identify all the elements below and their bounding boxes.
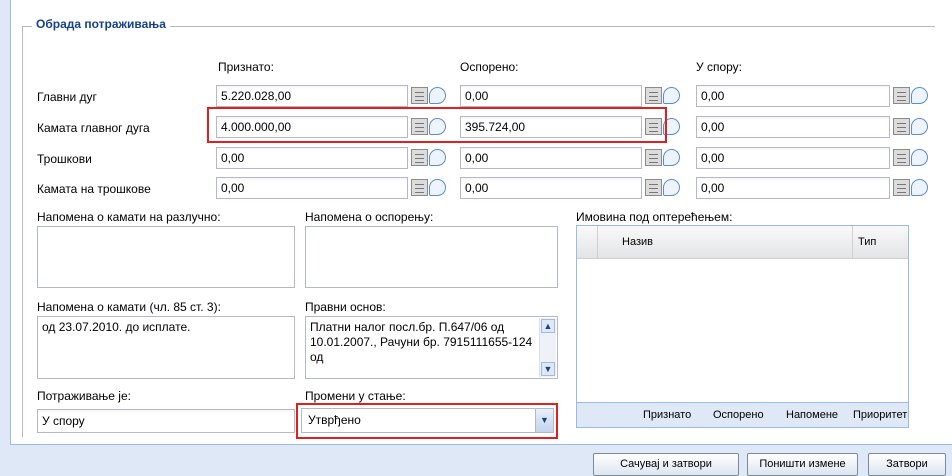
calculator-icon[interactable] [411, 179, 428, 196]
comment-icon[interactable] [911, 149, 928, 166]
pravni-osnov-scrollbar[interactable]: ▲ ▼ [539, 318, 556, 377]
troskovi-u-sporu-field[interactable]: 0,00 [696, 147, 890, 169]
grid-col-naziv[interactable]: Назив [622, 226, 653, 258]
comment-icon[interactable] [429, 179, 446, 196]
calculator-icon[interactable] [893, 87, 910, 104]
note-kamata-razlucno-label: Напомена о камати на разлучно: [37, 210, 221, 224]
highlight-box-kamata [207, 107, 667, 143]
status-label: Потраживање је: [37, 389, 131, 403]
grid-column-separator [852, 226, 853, 258]
comment-icon[interactable] [663, 179, 680, 196]
kamata-na-troskove-u-sporu-field[interactable]: 0,00 [696, 177, 890, 199]
calculator-icon[interactable] [645, 179, 662, 196]
undo-changes-button[interactable]: Поништи измене [747, 453, 858, 476]
calculator-icon[interactable] [411, 87, 428, 104]
comment-icon[interactable] [911, 87, 928, 104]
row-label-kamata-na-troskove: Камата на трошкове [37, 182, 151, 196]
glavni-dug-priznato-field[interactable]: 5.220.028,00 [216, 85, 408, 107]
troskovi-osporeno-field[interactable]: 0,00 [460, 147, 642, 169]
note-kamata-razlucno-textarea[interactable] [37, 226, 295, 288]
calculator-icon[interactable] [893, 118, 910, 135]
row-label-kamata-glavnog-duga: Камата главног дуга [37, 121, 150, 135]
grid-btn-napomene[interactable]: Напомене [786, 403, 838, 427]
row-label-glavni-dug: Главни дуг [37, 90, 97, 104]
kamata-na-troskove-priznato-field[interactable]: 0,00 [216, 177, 408, 199]
comment-icon[interactable] [911, 118, 928, 135]
comment-icon[interactable] [429, 87, 446, 104]
calculator-icon[interactable] [893, 179, 910, 196]
grid-btn-prioritet[interactable]: Приоритет [853, 403, 907, 427]
comment-icon[interactable] [663, 149, 680, 166]
imovina-label: Имовина под оптерећењем: [576, 210, 733, 224]
grid-col-tip[interactable]: Тип [858, 226, 876, 258]
grid-column-separator [597, 226, 598, 258]
grid-btn-priznato[interactable]: Признато [643, 403, 691, 427]
close-button[interactable]: Затвори [868, 453, 946, 476]
pravni-osnov-text: Платни налог посл.бр. П.647/06 од 10.01.… [310, 320, 533, 364]
troskovi-priznato-field[interactable]: 0,00 [216, 147, 408, 169]
kamata-glavnog-duga-u-sporu-field[interactable]: 0,00 [696, 116, 890, 138]
comment-icon[interactable] [429, 149, 446, 166]
status-field[interactable]: У спору [37, 409, 295, 433]
glavni-dug-u-sporu-field[interactable]: 0,00 [696, 85, 890, 107]
col-header-osporeno: Оспорено: [460, 60, 519, 74]
note-kamata-cl85-label: Напомена о камати (чл. 85 ст. 3): [37, 300, 221, 314]
section-title: Обрада потраживања [32, 17, 170, 31]
glavni-dug-osporeno-field[interactable]: 0,00 [460, 85, 642, 107]
col-header-u-sporu: У спору: [696, 60, 743, 74]
note-osporenje-label: Напомена о оспорењу: [305, 210, 434, 224]
change-state-label: Промени у стање: [305, 389, 406, 403]
note-osporenje-textarea[interactable] [305, 226, 558, 288]
save-close-button[interactable]: Сачувај и затвори [593, 453, 739, 476]
scroll-up-icon[interactable]: ▲ [541, 319, 555, 333]
col-header-priznato: Признато: [218, 60, 274, 74]
comment-icon[interactable] [663, 87, 680, 104]
pravni-osnov-label: Правни основ: [305, 300, 386, 314]
row-label-troskovi: Трошкови [37, 152, 92, 166]
imovina-grid-toolbar: Признато Оспорено Напомене Приоритет [577, 402, 908, 427]
scroll-down-icon[interactable]: ▼ [541, 362, 555, 376]
kamata-na-troskove-osporeno-field[interactable]: 0,00 [460, 177, 642, 199]
calculator-icon[interactable] [645, 149, 662, 166]
calculator-icon[interactable] [411, 149, 428, 166]
calculator-icon[interactable] [893, 149, 910, 166]
imovina-grid: Назив Тип Признато Оспорено Напомене При… [576, 225, 909, 428]
highlight-box-state [296, 403, 558, 439]
note-kamata-cl85-textarea[interactable]: од 23.07.2010. до исплате. [37, 316, 295, 379]
pravni-osnov-textarea[interactable]: Платни налог посл.бр. П.647/06 од 10.01.… [305, 316, 558, 379]
grid-btn-osporeno[interactable]: Оспорено [713, 403, 764, 427]
calculator-icon[interactable] [645, 87, 662, 104]
imovina-grid-header: Назив Тип [577, 226, 908, 259]
comment-icon[interactable] [911, 179, 928, 196]
